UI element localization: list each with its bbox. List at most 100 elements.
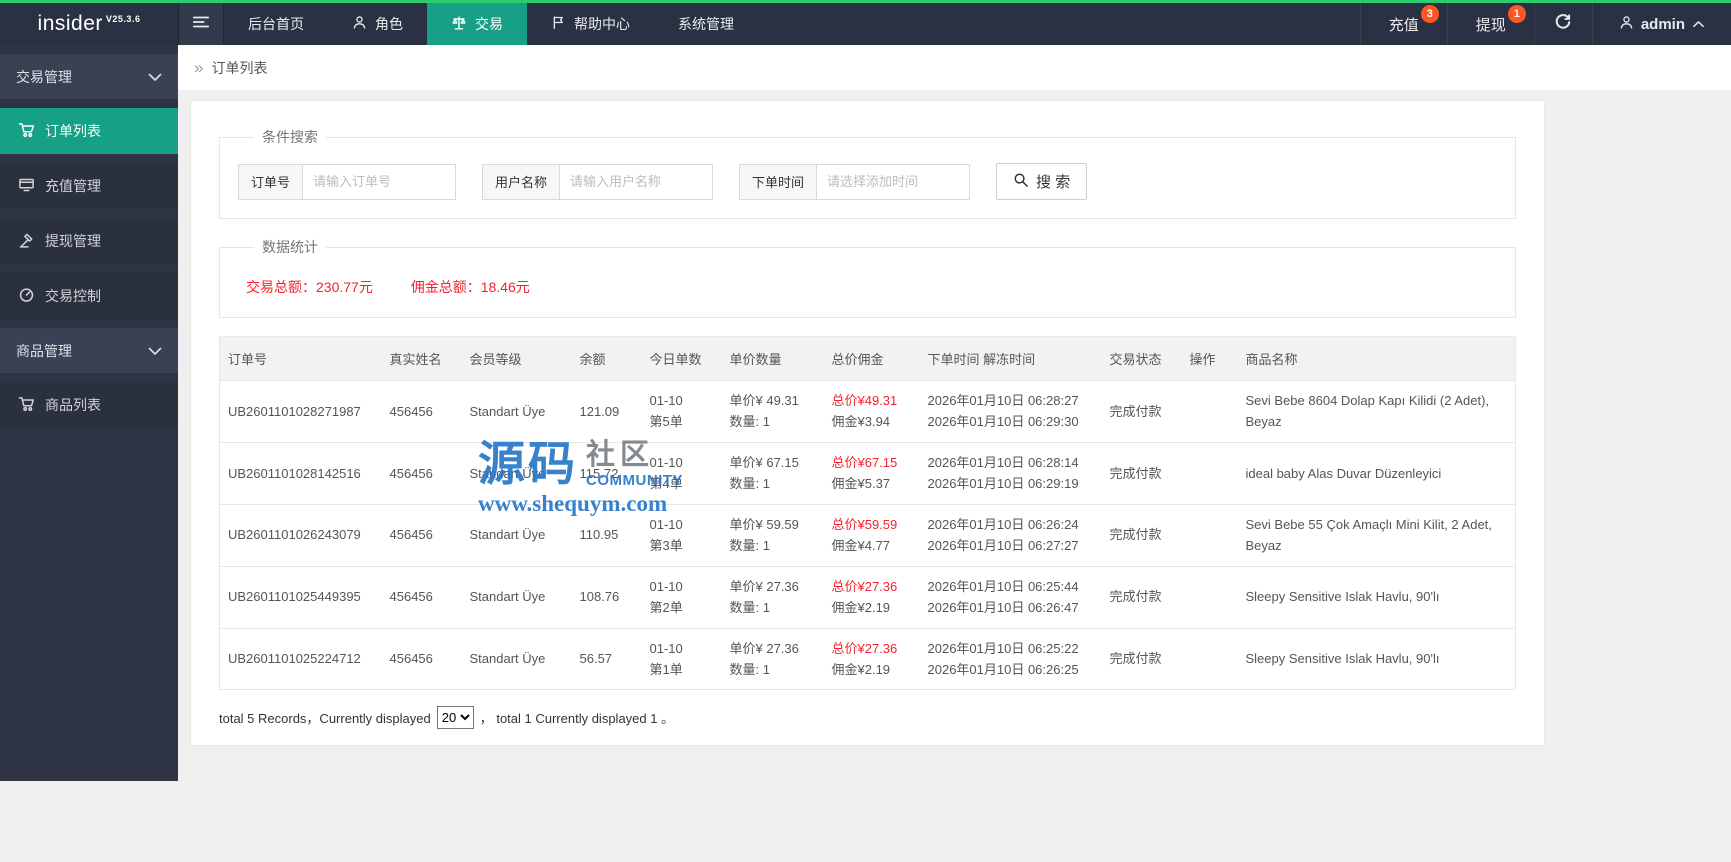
breadcrumb-chevrons-icon: » (194, 57, 204, 77)
cart-icon (18, 122, 35, 141)
order-time-input[interactable] (817, 164, 970, 199)
search-button[interactable]: 搜 索 (996, 163, 1088, 200)
order-time: 2026年01月10日 06:28:14 (927, 454, 1079, 470)
product-name: Sevi Bebe 55 Çok Amaçlı Mini Kilit, 2 Ad… (1245, 516, 1492, 554)
order-table-body: UB2601101028271987 456456 Standart Üye 1… (219, 380, 1516, 690)
member-level: Standart Üye (469, 465, 546, 481)
recharge-badge: 3 (1420, 5, 1439, 23)
menu-item-roles[interactable]: 角色 (328, 3, 427, 45)
search-row: 订单号 用户名称 下单时间 搜 索 (238, 163, 1497, 200)
stats-fieldset: 数据统计 交易总额：230.77元 佣金总额：18.46元 (219, 237, 1516, 318)
col-product-name: 商品名称 (1245, 352, 1298, 367)
unfreeze-time: 2026年01月10日 06:29:19 (927, 476, 1079, 492)
order-number: UB2601101028142516 (228, 465, 361, 481)
actions-cell (1181, 627, 1238, 690)
member-level: Standart Üye (469, 527, 546, 543)
chevron-down-icon (148, 69, 162, 85)
total-trade-amount: 交易总额：230.77元 (246, 279, 373, 295)
pagination-text-after: ， total 1 Currently displayed 1 。 (479, 711, 675, 727)
content-area: 条件搜索 订单号 用户名称 下单时间 (178, 90, 1731, 747)
trade-status: 完成付款 (1109, 527, 1162, 543)
user-icon (1619, 15, 1634, 34)
col-balance: 余额 (579, 352, 606, 367)
col-order-number: 订单号 (228, 352, 268, 367)
order-table: 订单号 真实姓名 会员等级 余额 今日单数 单价数量 总价佣金 下单时间 解冻时… (219, 336, 1516, 691)
trade-status: 完成付款 (1109, 465, 1162, 481)
today-order-index: 第1单 (649, 661, 683, 677)
sidebar-item-label: 商品列表 (45, 397, 101, 413)
menu-item-label: 交易 (475, 16, 503, 32)
col-order-unfreeze-time: 下单时间 解冻时间 (927, 352, 1036, 367)
total-commission-amount: 佣金总额：18.46元 (410, 279, 530, 295)
real-name: 456456 (389, 589, 433, 605)
sidebar-toggle-button[interactable] (178, 3, 224, 45)
today-date: 01-10 (649, 640, 683, 656)
stats-line: 交易总额：230.77元 佣金总额：18.46元 (238, 273, 1497, 299)
page-title: 订单列表 (211, 59, 268, 76)
col-trade-status: 交易状态 (1109, 352, 1162, 367)
order-number: UB2601101025224712 (228, 651, 361, 667)
total-price: 总价¥49.31 (831, 393, 898, 408)
menu-item-system[interactable]: 系统管理 (654, 3, 758, 45)
today-order-index: 第5单 (649, 414, 683, 430)
topbar: insider V25.3.6 后台首页 角色 交易 帮助中心 系统管理 充值 … (0, 3, 1731, 45)
menu-item-label: 角色 (375, 16, 403, 32)
user-name-input[interactable] (560, 164, 713, 199)
main-area: » 订单列表 条件搜索 订单号 用户名称 下单时间 (178, 45, 1731, 747)
balance: 56.57 (579, 651, 613, 667)
menu-item-label: 后台首页 (248, 16, 304, 32)
member-level: Standart Üye (469, 403, 546, 419)
order-time: 2026年01月10日 06:26:24 (927, 516, 1079, 532)
sidebar-group-trade-management[interactable]: 交易管理 (0, 54, 178, 99)
recharge-notice-button[interactable]: 充值 3 (1359, 3, 1447, 45)
sidebar-item-trade-control[interactable]: 交易控制 (0, 273, 178, 319)
order-number-group: 订单号 (238, 163, 457, 200)
sidebar-item-withdraw-management[interactable]: 提现管理 (0, 218, 178, 264)
sidebar-item-product-list[interactable]: 商品列表 (0, 382, 178, 428)
menu-item-help-center[interactable]: 帮助中心 (527, 3, 654, 45)
breadcrumb: » 订单列表 (178, 45, 1731, 90)
trade-status: 完成付款 (1109, 651, 1162, 667)
order-time-label: 下单时间 (740, 164, 818, 199)
user-name-label: 用户名称 (483, 164, 561, 199)
order-time: 2026年01月10日 06:28:27 (927, 393, 1079, 408)
user-menu[interactable]: admin (1591, 3, 1731, 45)
menu-item-trade[interactable]: 交易 (427, 3, 527, 45)
commission: 佣金¥2.19 (831, 661, 891, 677)
today-date: 01-10 (649, 516, 683, 532)
chevron-up-icon (1692, 16, 1705, 33)
table-row: UB2601101025224712 456456 Standart Üye 5… (219, 627, 1516, 690)
app-logo: insider V25.3.6 (0, 3, 178, 45)
withdraw-notice-button[interactable]: 提现 1 (1446, 3, 1534, 45)
hamburger-icon (192, 14, 210, 35)
page-size-select[interactable]: 20 (436, 706, 474, 730)
product-name: ideal baby Alas Duvar Düzenleyici (1245, 465, 1442, 481)
sidebar-item-recharge-management[interactable]: 充值管理 (0, 163, 178, 209)
search-legend: 条件搜索 (262, 129, 318, 145)
commission: 佣金¥3.94 (831, 414, 891, 430)
sidebar-group-label: 商品管理 (16, 342, 72, 359)
top-menu: 后台首页 角色 交易 帮助中心 系统管理 (224, 3, 758, 45)
order-number-input[interactable] (303, 164, 456, 199)
order-time-group: 下单时间 (739, 163, 971, 200)
total-price: 总价¥59.59 (831, 516, 898, 532)
order-number-label: 订单号 (239, 164, 304, 199)
card-terminal-icon (18, 177, 35, 196)
sidebar-item-order-list[interactable]: 订单列表 (0, 108, 178, 154)
quantity: 数量: 1 (729, 600, 770, 616)
withdraw-notice-label: 提现 (1475, 16, 1506, 34)
menu-item-dashboard[interactable]: 后台首页 (224, 3, 328, 45)
sidebar-group-product-management[interactable]: 商品管理 (0, 328, 178, 373)
refresh-button[interactable] (1533, 3, 1592, 45)
sidebar-item-label: 订单列表 (45, 123, 101, 139)
member-level: Standart Üye (469, 651, 546, 667)
actions-cell (1181, 565, 1238, 628)
commission: 佣金¥5.37 (831, 476, 891, 492)
trade-status: 完成付款 (1109, 403, 1162, 419)
today-order-index: 第2单 (649, 600, 683, 616)
gavel-icon (18, 232, 35, 251)
quantity: 数量: 1 (729, 661, 770, 677)
sidebar-item-label: 充值管理 (45, 178, 101, 194)
chevron-down-icon (148, 343, 162, 359)
real-name: 456456 (389, 527, 433, 543)
